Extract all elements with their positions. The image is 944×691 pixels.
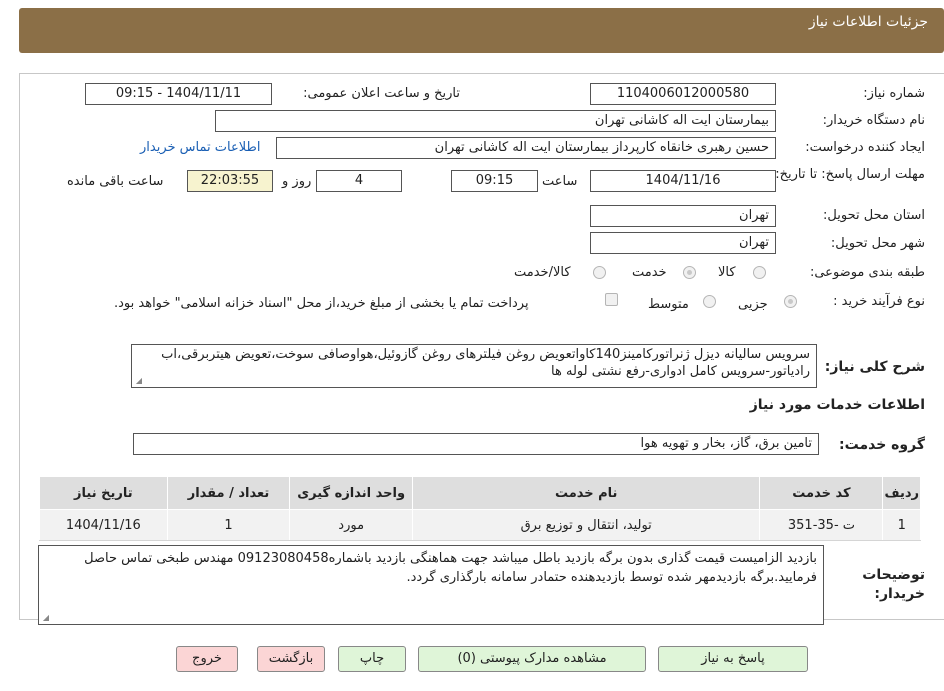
treasury-payment-note: پرداخت تمام یا بخشی از مبلغ خرید،از محل … <box>114 296 529 311</box>
buyer-contact-link[interactable]: اطلاعات تماس خریدار <box>140 140 260 155</box>
service-group-label: گروه خدمت: <box>839 437 925 453</box>
process-medium-radio[interactable] <box>703 295 716 308</box>
treasury-payment-checkbox[interactable] <box>605 293 618 306</box>
category-service-label: خدمت <box>632 265 667 280</box>
requester-label: ایجاد کننده درخواست: <box>805 140 925 155</box>
city-label: شهر محل تحویل: <box>830 236 925 251</box>
column-header-row-number: ردیف <box>882 476 921 510</box>
services-table: ردیف کد خدمت نام خدمت واحد اندازه گیری ت… <box>39 476 921 541</box>
days-remaining-field: 4 <box>316 170 402 192</box>
buyer-notes-text: بازدید الزامیست قیمت گذاری بدون برگه باز… <box>84 551 817 585</box>
table-row: 1 ت -35-351 تولید، انتقال و توزیع برق مو… <box>39 509 921 541</box>
description-text: سرویس سالیانه دیزل ژنراتورکامینز140کاوات… <box>161 347 810 379</box>
deadline-time-label: ساعت <box>542 174 578 189</box>
requester-field: حسین رهبری خانقاه کارپرداز بیمارستان ایت… <box>276 137 776 159</box>
province-field: تهران <box>590 205 776 227</box>
city-field: تهران <box>590 232 776 254</box>
cell-service-name: تولید، انتقال و توزیع برق <box>411 509 761 541</box>
category-goods-service-radio[interactable] <box>593 266 606 279</box>
process-minor-label: جزیی <box>738 297 768 312</box>
view-attachments-button[interactable]: مشاهده مدارک پیوستی (0) <box>418 646 646 672</box>
announce-date-field: 1404/11/11 - 09:15 <box>85 83 272 105</box>
deadline-time-field: 09:15 <box>451 170 538 192</box>
description-label: شرح کلی نیاز: <box>824 359 925 375</box>
category-goods-radio[interactable] <box>753 266 766 279</box>
deadline-date-field: 1404/11/16 <box>590 170 776 192</box>
back-button[interactable]: بازگشت <box>257 646 325 672</box>
buyer-notes-textarea[interactable]: بازدید الزامیست قیمت گذاری بدون برگه باز… <box>38 545 824 625</box>
cell-need-date: 1404/11/16 <box>39 509 168 541</box>
announce-date-label: تاریخ و ساعت اعلان عمومی: <box>303 86 460 101</box>
process-medium-label: متوسط <box>648 297 689 312</box>
print-button[interactable]: چاپ <box>338 646 406 672</box>
exit-button[interactable]: خروج <box>176 646 238 672</box>
services-section-title: اطلاعات خدمات مورد نیاز <box>749 397 925 413</box>
reply-to-need-button[interactable]: پاسخ به نیاز <box>658 646 808 672</box>
buyer-org-field: بیمارستان ایت اله کاشانی تهران <box>215 110 776 132</box>
column-header-service-code: کد خدمت <box>759 476 884 510</box>
category-service-radio[interactable] <box>683 266 696 279</box>
buyer-notes-label: توضیحات خریدار: <box>862 567 925 602</box>
need-number-label: شماره نیاز: <box>863 86 925 101</box>
cell-quantity: 1 <box>166 509 291 541</box>
resize-handle-icon[interactable]: ◢ <box>134 377 142 385</box>
remaining-time-field: 22:03:55 <box>187 170 273 192</box>
page-title: جزئیات اطلاعات نیاز <box>808 14 928 30</box>
table-header-row: ردیف کد خدمت نام خدمت واحد اندازه گیری ت… <box>39 476 921 510</box>
process-label: نوع فرآیند خرید : <box>833 294 925 309</box>
process-minor-radio[interactable] <box>784 295 797 308</box>
province-label: استان محل تحویل: <box>823 208 925 223</box>
cell-row-number: 1 <box>882 509 921 541</box>
resize-handle-icon[interactable]: ◢ <box>41 614 49 622</box>
buyer-org-label: نام دستگاه خریدار: <box>822 113 925 128</box>
deadline-label: مهلت ارسال پاسخ: تا تاریخ: <box>775 167 925 182</box>
column-header-quantity: تعداد / مقدار <box>166 476 291 510</box>
column-header-unit: واحد اندازه گیری <box>289 476 413 510</box>
category-goods-label: کالا <box>718 265 736 280</box>
description-textarea[interactable]: سرویس سالیانه دیزل ژنراتورکامینز140کاوات… <box>131 344 817 388</box>
column-header-service-name: نام خدمت <box>411 476 761 510</box>
column-header-need-date: تاریخ نیاز <box>39 476 168 510</box>
service-group-field: تامین برق، گاز، بخار و تهویه هوا <box>133 433 819 455</box>
days-label: روز و <box>282 174 312 189</box>
category-label: طبقه بندی موضوعی: <box>809 265 925 280</box>
category-goods-service-label: کالا/خدمت <box>514 265 571 280</box>
cell-unit: مورد <box>289 509 413 541</box>
cell-service-code: ت -35-351 <box>759 509 884 541</box>
need-number-field: 1104006012000580 <box>590 83 776 105</box>
remaining-time-label: ساعت باقی مانده <box>67 174 164 189</box>
header-bar <box>19 8 944 53</box>
